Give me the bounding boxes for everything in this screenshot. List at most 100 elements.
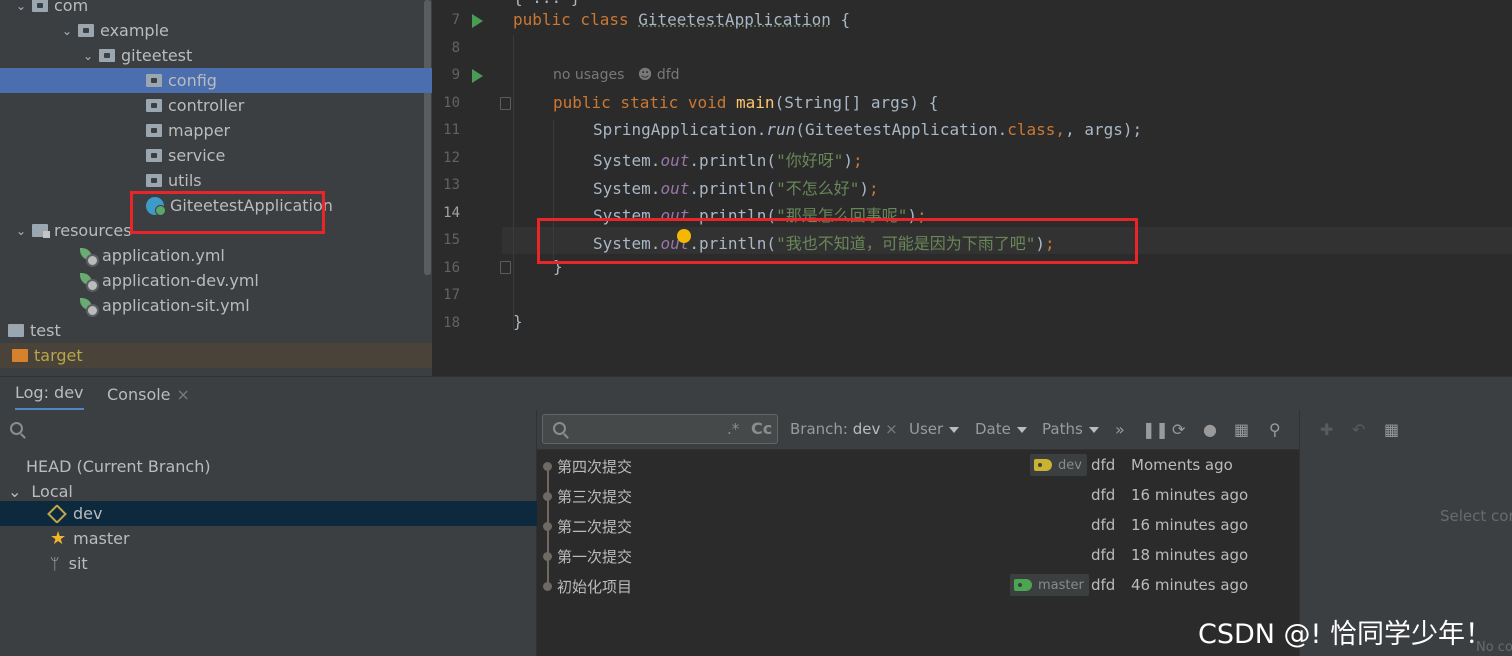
user-filter[interactable]: User bbox=[909, 420, 960, 438]
tree-item[interactable]: service bbox=[0, 143, 432, 168]
spring-yml-icon bbox=[80, 297, 99, 317]
tree-item[interactable]: application.yml bbox=[0, 243, 432, 268]
chevron-down-icon[interactable]: ⌄ bbox=[8, 482, 21, 501]
branch-icon: ᛘ bbox=[50, 554, 60, 573]
chevron-down-icon[interactable]: ⌄ bbox=[60, 24, 74, 38]
search-icon[interactable] bbox=[10, 422, 23, 435]
paths-filter[interactable]: Paths bbox=[1042, 420, 1099, 438]
spring-yml-icon bbox=[80, 272, 99, 292]
date-filter[interactable]: Date bbox=[975, 420, 1027, 438]
code-line-main-decl[interactable]: public static void main(String[] args) { bbox=[553, 93, 938, 112]
chevron-down-icon[interactable]: ⌄ bbox=[81, 49, 95, 63]
tree-item-label: application-sit.yml bbox=[102, 296, 250, 315]
more-icon[interactable]: » bbox=[1115, 420, 1125, 439]
resources-folder-icon bbox=[32, 224, 50, 238]
code-line-class-decl[interactable]: public class GiteetestApplication { bbox=[513, 10, 850, 29]
branch-filter[interactable]: Branch: dev × bbox=[790, 420, 898, 438]
chevron-down-icon[interactable]: ⌄ bbox=[14, 224, 28, 238]
code-class-ref: System bbox=[593, 151, 651, 170]
tree-item[interactable]: ⌄ com bbox=[0, 0, 432, 18]
branch-item[interactable]: dev bbox=[0, 501, 537, 526]
highlight-box-code bbox=[537, 218, 1138, 264]
run-icon[interactable] bbox=[472, 69, 483, 83]
code-method-name: main bbox=[736, 93, 775, 112]
code-string: "你好呀" bbox=[776, 151, 844, 170]
code-line-println[interactable]: System.out.println("不怎么好"); bbox=[593, 175, 879, 199]
commit-row[interactable]: 第三次提交 dfd 16 minutes ago bbox=[537, 481, 1299, 511]
line-number: 8 bbox=[451, 39, 460, 56]
cherry-pick-icon[interactable]: ● bbox=[1203, 420, 1217, 439]
dropdown-icon bbox=[1016, 426, 1027, 433]
branch-item[interactable]: HEAD (Current Branch) bbox=[0, 454, 537, 479]
refresh-icon[interactable]: ⟳ bbox=[1172, 420, 1185, 439]
branch-label: dev bbox=[73, 504, 103, 523]
branch-item[interactable]: ★ master bbox=[0, 526, 537, 551]
commit-date: Moments ago bbox=[1131, 456, 1233, 474]
code-params: (String[] args) { bbox=[774, 93, 939, 112]
chevron-down-icon[interactable]: ⌄ bbox=[14, 0, 28, 13]
fold-icon[interactable] bbox=[500, 97, 511, 110]
branch-label: HEAD (Current Branch) bbox=[26, 457, 211, 476]
code-static-field: out bbox=[660, 151, 690, 170]
line-number: 11 bbox=[443, 122, 460, 138]
tool-window-tabs: Log: dev Console × bbox=[0, 376, 1512, 411]
code-class-ref: SpringApplication bbox=[593, 120, 757, 139]
code-string: "不怎么好" bbox=[776, 179, 860, 198]
tree-item[interactable]: ⌄ giteetest bbox=[0, 43, 432, 68]
pin-icon[interactable]: ✚ bbox=[1320, 420, 1333, 439]
chevron-right-icon[interactable]: › bbox=[0, 324, 4, 338]
branch-label: Local bbox=[31, 482, 73, 501]
tree-item-label: com bbox=[54, 0, 89, 15]
tree-item[interactable]: ⌄ example bbox=[0, 18, 432, 43]
tree-item-label: target bbox=[34, 346, 83, 365]
highlight-box-class bbox=[130, 191, 325, 234]
tree-item-label: resources bbox=[54, 221, 132, 240]
tree-item-label: giteetest bbox=[121, 46, 193, 65]
commit-row[interactable]: 第一次提交 dfd 18 minutes ago bbox=[537, 541, 1299, 571]
tree-item[interactable]: application-dev.yml bbox=[0, 268, 432, 293]
tree-item[interactable]: application-sit.yml bbox=[0, 293, 432, 318]
author-icon: ☻ bbox=[637, 67, 653, 83]
branches-panel: HEAD (Current Branch) ⌄ Local dev ★ master ᛘ si… bbox=[0, 410, 537, 656]
code-keyword: public static void bbox=[553, 93, 727, 112]
commit-node-icon bbox=[543, 582, 552, 591]
regex-toggle-icon[interactable]: .* bbox=[727, 420, 739, 438]
commit-row[interactable]: 第二次提交 dfd 16 minutes ago bbox=[537, 511, 1299, 541]
graph-options-icon[interactable]: ▦ bbox=[1234, 420, 1249, 439]
package-folder-icon bbox=[146, 74, 162, 87]
undo-icon[interactable]: ↶ bbox=[1352, 420, 1365, 439]
indent-guide bbox=[513, 35, 514, 330]
code-editor[interactable]: { ... } public class GiteetestApplicatio… bbox=[432, 0, 1512, 376]
code-line-run[interactable]: SpringApplication.run(GiteetestApplicati… bbox=[593, 120, 1142, 139]
fold-icon[interactable] bbox=[500, 261, 511, 274]
tree-item[interactable]: mapper bbox=[0, 118, 432, 143]
branch-item[interactable]: ᛘ sit bbox=[0, 551, 537, 576]
commit-date: 46 minutes ago bbox=[1131, 576, 1249, 594]
search-icon[interactable]: ⚲ bbox=[1269, 420, 1281, 439]
code-line-println[interactable]: System.out.println("你好呀"); bbox=[593, 147, 863, 171]
tree-item[interactable]: utils bbox=[0, 168, 432, 193]
line-number: 18 bbox=[443, 314, 460, 331]
log-search-input[interactable]: .* Cc bbox=[542, 414, 778, 444]
commit-row[interactable]: 初始化项目 master dfd 46 minutes ago bbox=[537, 571, 1299, 601]
tag-icon bbox=[47, 503, 67, 524]
branch-ref-name: dev bbox=[1058, 457, 1082, 473]
pause-icon[interactable]: ❚❚ bbox=[1142, 420, 1169, 439]
inlay-hint[interactable]: no usages ☻ dfd bbox=[553, 67, 680, 83]
tab-console-label: Console bbox=[107, 384, 171, 404]
tree-item[interactable]: target bbox=[0, 343, 432, 368]
close-icon[interactable]: × bbox=[177, 385, 190, 404]
tree-item[interactable]: › test bbox=[0, 318, 432, 343]
dropdown-icon bbox=[949, 426, 960, 433]
clear-filter-icon[interactable]: × bbox=[885, 420, 898, 438]
tab-console[interactable]: Console × bbox=[107, 377, 190, 411]
match-case-icon[interactable]: Cc bbox=[751, 419, 772, 438]
run-icon[interactable] bbox=[472, 14, 483, 28]
commit-row[interactable]: 第四次提交 dev dfd Moments ago bbox=[537, 451, 1299, 481]
branch-label: sit bbox=[68, 554, 88, 573]
tab-log[interactable]: Log: dev bbox=[15, 377, 84, 411]
grid-options-icon[interactable]: ▦ bbox=[1384, 420, 1399, 439]
tree-item[interactable]: controller bbox=[0, 93, 432, 118]
date-filter-label: Date bbox=[975, 420, 1011, 438]
tree-item[interactable]: config bbox=[0, 68, 432, 93]
